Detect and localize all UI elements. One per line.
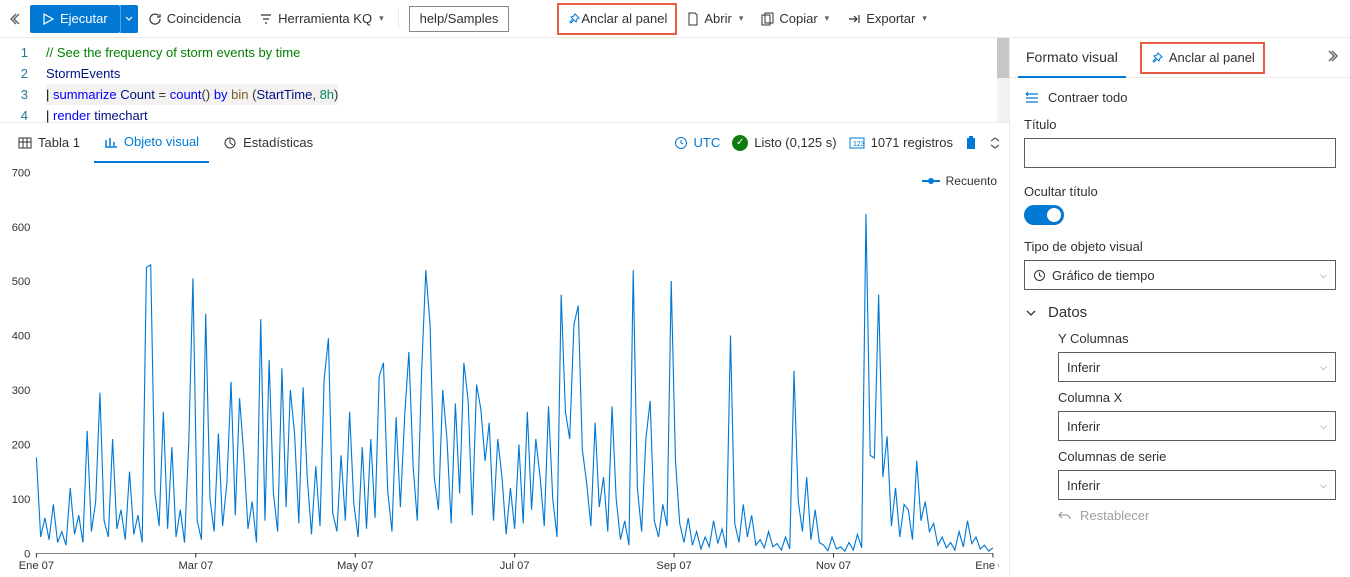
svg-text:200: 200 [12,439,31,451]
refresh-icon [148,12,162,26]
code-editor[interactable]: 1234 // See the frequency of storm event… [0,38,1009,122]
svg-text:Ene 08: Ene 08 [975,560,999,572]
collapse-all-button[interactable]: Contraer todo [1024,90,1336,105]
svg-text:300: 300 [12,385,31,397]
chevron-down-icon: ▾ [825,13,830,24]
expand-right-icon[interactable] [1320,45,1342,70]
breadcrumb[interactable]: help/Samples [409,6,510,32]
open-button[interactable]: Abrir ▾ [679,5,751,33]
collapse-icon [1024,91,1040,105]
collapse-left-icon[interactable] [6,8,28,30]
chevron-down-icon: ⌵ [1320,480,1327,491]
export-button[interactable]: Exportar ▾ [839,5,935,33]
chevron-down-icon: ▾ [379,13,384,24]
clock-icon [674,136,688,150]
series-select[interactable]: Inferir⌵ [1058,470,1336,500]
records-icon: 123 [849,137,865,149]
clipboard-icon[interactable] [965,136,977,150]
match-button[interactable]: Coincidencia [140,5,249,33]
chevron-down-icon: ⌵ [1320,421,1327,432]
editor-scrollbar[interactable] [997,38,1009,122]
visual-type-label: Tipo de objeto visual [1024,239,1336,254]
copy-button[interactable]: Copiar ▾ [753,5,837,33]
svg-text:600: 600 [12,222,31,234]
collapse-chart-icon[interactable] [989,136,1001,150]
xcol-label: Columna X [1058,390,1336,405]
tab-visual-format[interactable]: Formato visual [1018,38,1126,78]
pin-to-panel-button[interactable]: Anclar al panel [557,3,677,35]
filter-icon [259,12,273,26]
timezone-indicator[interactable]: UTC [674,135,721,150]
chart-icon [104,136,118,148]
ycols-label: Y Columnas [1058,331,1336,346]
legend-marker [922,180,940,182]
document-icon [687,12,699,26]
visual-type-select[interactable]: Gráfico de tiempo ⌵ [1024,260,1336,290]
status-ready: ✓ Listo (0,125 s) [732,135,836,151]
run-label: Ejecutar [60,11,108,26]
copy-icon [761,12,774,26]
svg-text:500: 500 [12,276,31,288]
chart-canvas[interactable]: Recuento 0 100 200 300 400 500 600 700 Ene 07 Mar… [0,162,1009,576]
svg-text:Jul 07: Jul 07 [500,560,530,572]
code-content[interactable]: // See the frequency of storm events by … [38,38,1009,122]
svg-text:700: 700 [12,167,31,179]
xcol-select[interactable]: Inferir⌵ [1058,411,1336,441]
chevron-down-icon: ▾ [922,13,927,24]
table-icon [18,137,32,149]
svg-text:Ene 07: Ene 07 [19,560,54,572]
svg-text:0: 0 [24,548,30,560]
pin-icon [1150,51,1164,65]
title-input[interactable] [1024,138,1336,168]
hide-title-label: Ocultar título [1024,184,1336,199]
tab-table[interactable]: Tabla 1 [8,123,90,163]
undo-icon [1058,509,1072,523]
ycols-select[interactable]: Inferir⌵ [1058,352,1336,382]
record-count: 123 1071 registros [849,135,953,150]
tab-visual[interactable]: Objeto visual [94,123,209,163]
svg-text:Nov 07: Nov 07 [816,560,851,572]
tab-stats[interactable]: Estadísticas [213,123,323,163]
clock-icon [1033,269,1046,282]
pin-to-panel-right-button[interactable]: Anclar al panel [1140,42,1265,74]
check-icon: ✓ [732,135,748,151]
svg-text:100: 100 [12,494,31,506]
run-button[interactable]: Ejecutar [30,5,120,33]
export-icon [847,12,861,26]
title-label: Título [1024,117,1336,132]
run-dropdown[interactable] [120,5,138,33]
chevron-down-icon: ⌵ [1320,270,1327,281]
svg-text:May 07: May 07 [337,560,374,572]
chart-legend: Recuento [922,174,997,188]
chevron-down-icon [1024,306,1038,320]
svg-text:400: 400 [12,331,31,343]
series-label: Columnas de serie [1058,449,1336,464]
separator [398,9,399,29]
data-section-header[interactable]: Datos [1024,304,1336,321]
chevron-down-icon: ▾ [739,13,744,24]
svg-text:Mar 07: Mar 07 [178,560,213,572]
stats-icon [223,136,237,150]
chevron-down-icon: ⌵ [1320,362,1327,373]
svg-text:Sep 07: Sep 07 [656,560,691,572]
svg-text:123: 123 [853,141,865,148]
reset-button[interactable]: Restablecer [1058,508,1336,523]
line-gutter: 1234 [0,38,38,122]
hide-title-toggle[interactable] [1024,205,1064,225]
pin-icon [567,12,581,26]
kq-tool-button[interactable]: Herramienta KQ ▾ [251,5,391,33]
